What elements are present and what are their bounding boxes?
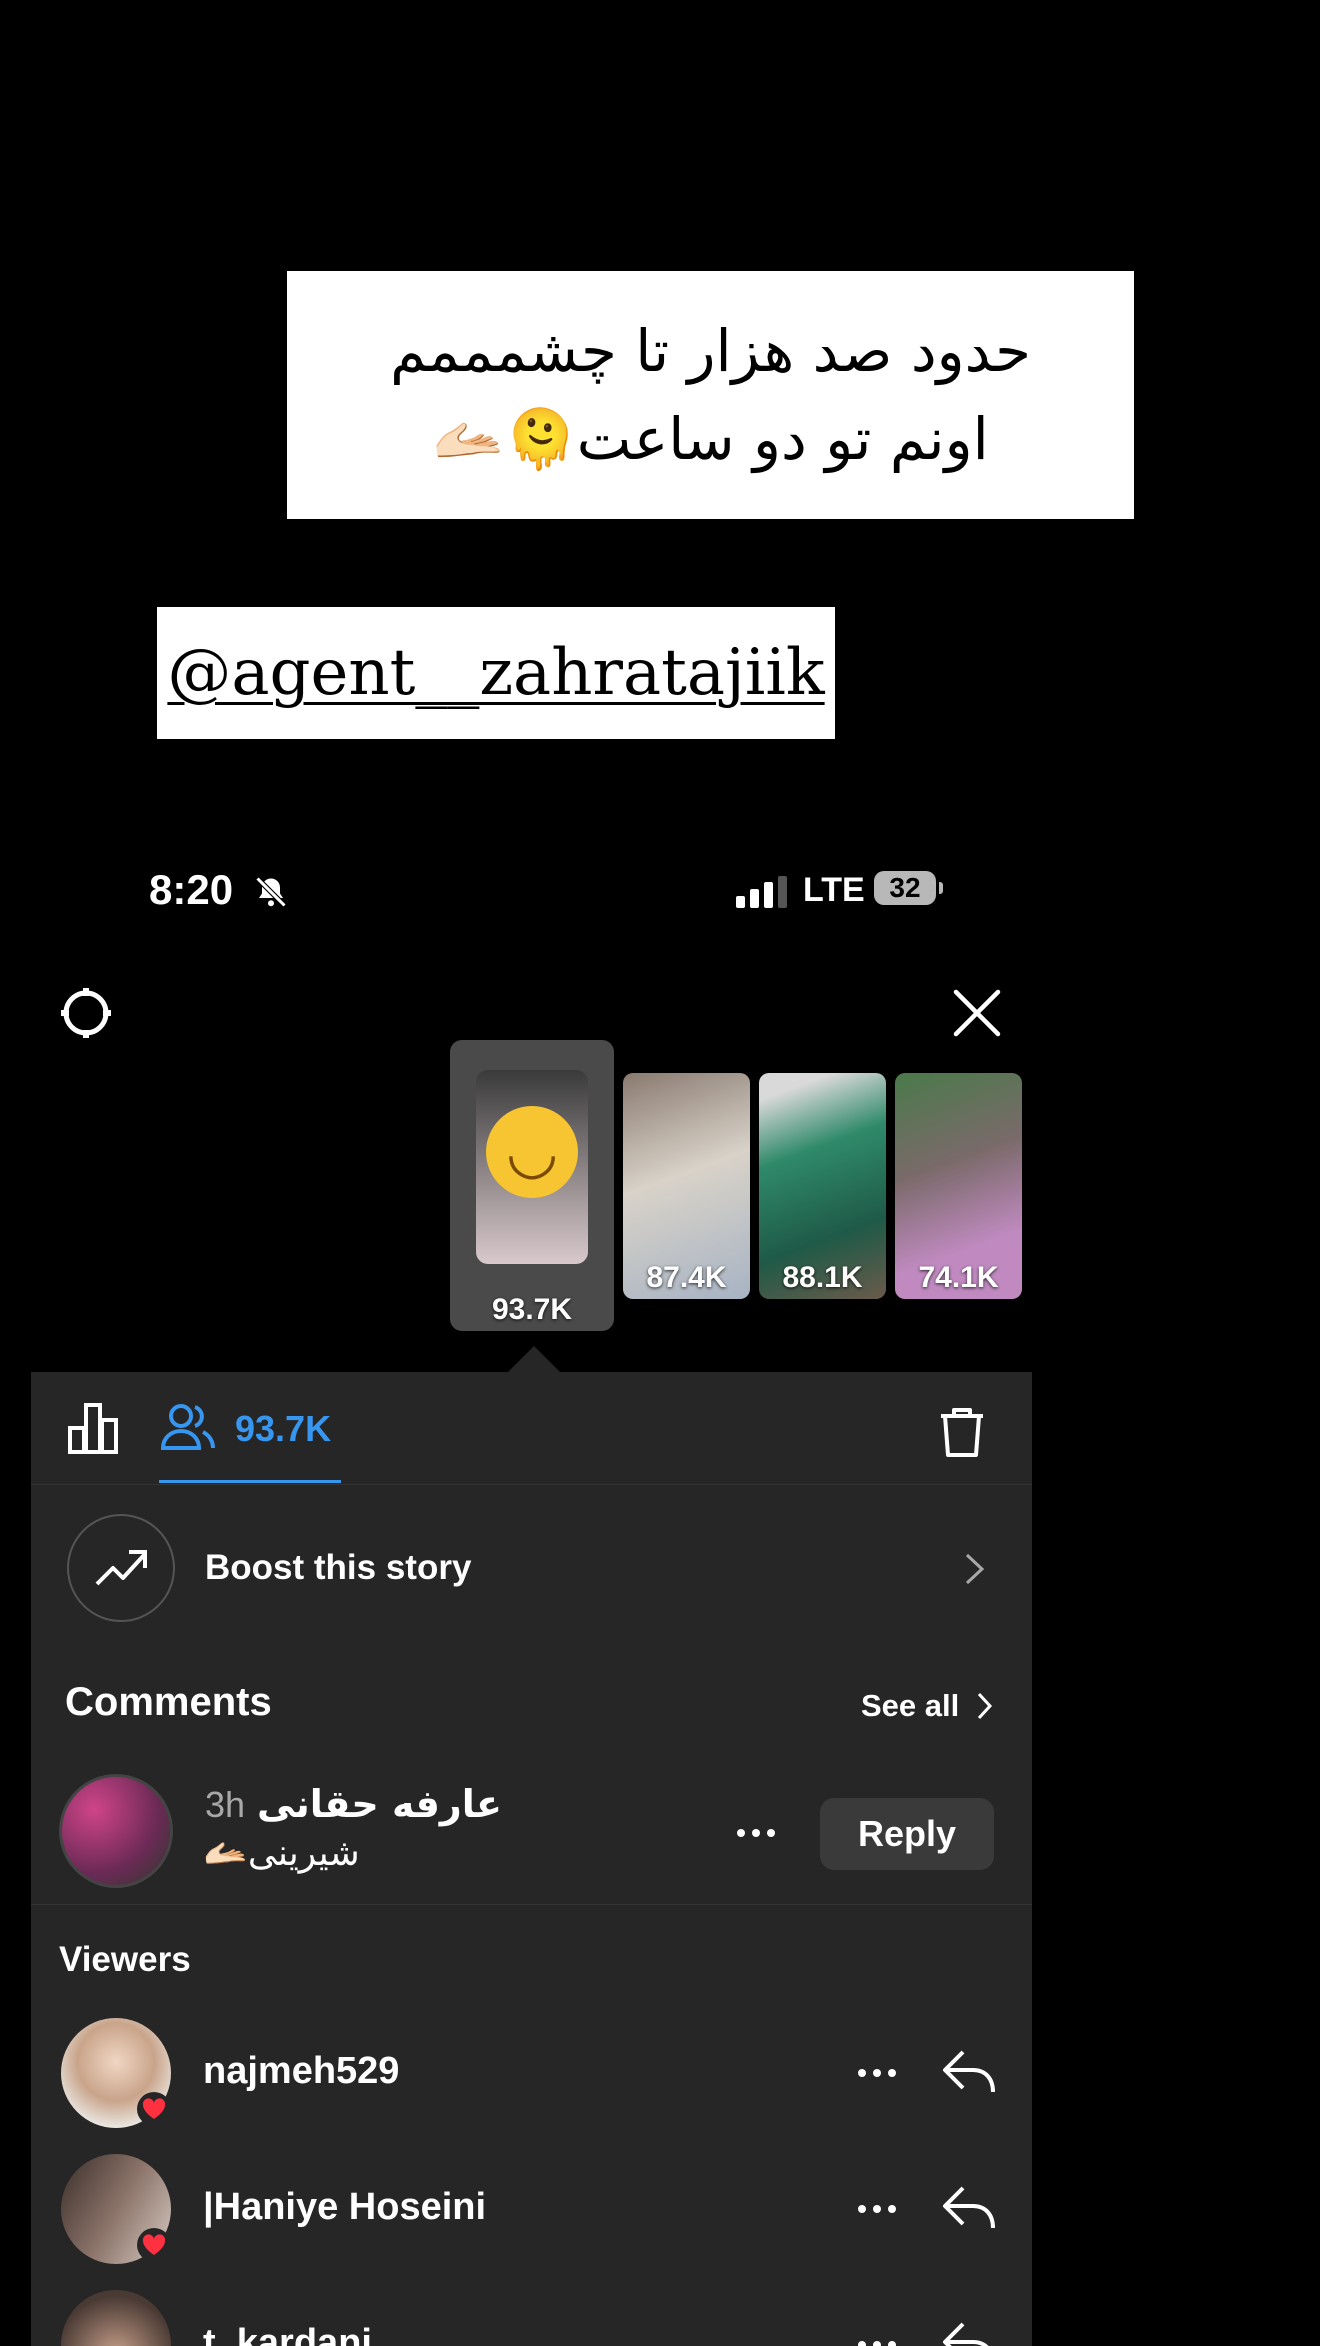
viewer-username[interactable]: |Haniye Hoseini <box>203 2186 486 2229</box>
story-thumbnail-active[interactable]: ◡ 93.7K <box>450 1040 614 1331</box>
boost-label: Boost this story <box>205 1548 472 1587</box>
story-caption: حدود صد هزار تا چشمممم اونم تو دو ساعت🫠🫴… <box>287 271 1134 519</box>
reply-arrow-icon[interactable] <box>941 2048 997 2096</box>
viewer-row: |Haniye Hoseini <box>31 2154 1032 2286</box>
comments-heading: Comments <box>65 1680 272 1724</box>
tab-viewers[interactable]: 93.7K <box>159 1372 341 1483</box>
viewers-heading: Viewers <box>59 1940 191 1979</box>
reply-arrow-icon[interactable] <box>941 2184 997 2232</box>
boost-story-row[interactable]: Boost this story <box>31 1484 1032 1650</box>
more-options-icon[interactable] <box>736 1828 776 1838</box>
viewer-row: t_kardani <box>31 2290 1032 2346</box>
heart-icon <box>137 2228 171 2262</box>
chevron-right-icon <box>965 1553 985 1585</box>
grinning-face-icon: ◡ <box>486 1106 578 1198</box>
viewer-username[interactable]: najmeh529 <box>203 2050 399 2093</box>
battery-icon: 32 <box>874 871 943 905</box>
signal-icon <box>736 876 787 908</box>
chevron-right-icon[interactable] <box>977 1692 993 1720</box>
comment-text: شیرینی🫴🏻 <box>203 1833 360 1874</box>
settings-icon[interactable] <box>59 986 113 1040</box>
status-time: 8:20 <box>149 866 234 913</box>
more-options-icon[interactable] <box>857 2340 897 2346</box>
story-view-count: 88.1K <box>782 1261 863 1294</box>
viewers-count: 93.7K <box>235 1408 332 1449</box>
story-view-count: 87.4K <box>646 1261 727 1294</box>
comment-time: 3h <box>205 1784 246 1825</box>
story-header-area: 8:20 LTE 32 ◡ 93.7K 87.4K 88.1K 74.1K <box>31 818 1032 1372</box>
close-icon[interactable] <box>952 988 1002 1038</box>
trending-up-icon <box>95 1550 147 1586</box>
story-insights-panel: 8:20 LTE 32 ◡ 93.7K 87.4K 88.1K 74.1K 93… <box>31 818 1032 2346</box>
viewer-username[interactable]: t_kardani <box>203 2322 372 2346</box>
heart-icon <box>137 2092 171 2126</box>
mention-sticker[interactable]: @agent__zahratajiik <box>157 607 835 739</box>
story-view-count: 74.1K <box>918 1261 999 1294</box>
avatar[interactable] <box>61 2290 171 2346</box>
caption-line-2: اونم تو دو ساعت🫠🫴🏻 <box>432 405 989 473</box>
viewer-row: najmeh529 <box>31 2018 1032 2150</box>
caption-line-1: حدود صد هزار تا چشمممم <box>390 317 1031 385</box>
bell-off-icon <box>255 876 287 908</box>
comment-item: 3h عارفه حقانی شیرینی🫴🏻 Reply <box>31 1768 1032 1905</box>
story-thumbnail[interactable]: 88.1K <box>759 1073 886 1299</box>
reply-arrow-icon[interactable] <box>941 2320 997 2346</box>
more-options-icon[interactable] <box>857 2204 897 2214</box>
reply-button[interactable]: Reply <box>820 1798 994 1870</box>
trash-icon[interactable] <box>939 1406 985 1458</box>
see-all-link[interactable]: See all <box>861 1688 959 1724</box>
bar-chart-icon[interactable] <box>67 1402 119 1454</box>
avatar[interactable] <box>59 1774 173 1888</box>
active-story-pointer <box>508 1346 560 1372</box>
people-icon <box>161 1404 215 1450</box>
story-view-count: 93.7K <box>491 1293 573 1326</box>
story-thumbnail[interactable]: 74.1K <box>895 1073 1022 1299</box>
insights-tab-bar: 93.7K <box>31 1372 1032 1485</box>
network-type: LTE <box>803 871 865 909</box>
comment-author[interactable]: عارفه حقانی <box>257 1782 502 1826</box>
more-options-icon[interactable] <box>857 2068 897 2078</box>
story-thumbnail[interactable]: 87.4K <box>623 1073 750 1299</box>
boost-icon-circle <box>67 1514 175 1622</box>
